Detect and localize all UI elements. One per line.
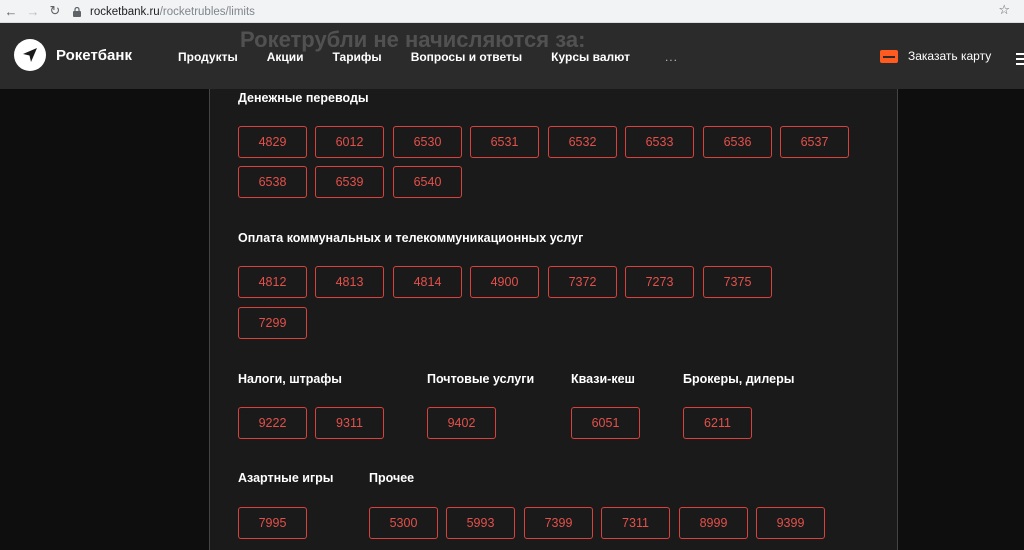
mcc-code: 4900 [470, 266, 539, 298]
rocket-arrow-icon [14, 39, 46, 71]
brand-name: Рокетбанк [56, 46, 132, 64]
url-path: /rocketrubles/limits [159, 5, 255, 18]
nav-more-button[interactable]: ... [665, 50, 678, 64]
section-title-other: Прочее [369, 471, 415, 485]
bookmark-star-icon[interactable]: ☆ [998, 2, 1010, 18]
mcc-code: 6531 [470, 126, 539, 158]
mcc-code: 6537 [780, 126, 849, 158]
section-title-gambling: Азартные игры [238, 471, 334, 485]
mcc-code: 7311 [601, 507, 670, 539]
mcc-code: 7375 [703, 266, 772, 298]
mcc-code: 9402 [427, 407, 496, 439]
page-margin-right [898, 89, 1024, 550]
mcc-code: 4813 [315, 266, 384, 298]
mcc-code: 7372 [548, 266, 617, 298]
nav-promotions[interactable]: Акции [267, 50, 304, 64]
mcc-code: 9222 [238, 407, 307, 439]
card-icon [880, 49, 898, 63]
mcc-code: 6539 [315, 166, 384, 198]
mcc-code: 6051 [571, 407, 640, 439]
mcc-code: 7273 [625, 266, 694, 298]
mcc-code: 6536 [703, 126, 772, 158]
mcc-code: 6533 [625, 126, 694, 158]
order-card-label: Заказать карту [908, 49, 992, 63]
mcc-code: 9399 [756, 507, 825, 539]
reload-icon[interactable]: ↻ [44, 0, 66, 23]
mcc-code: 4829 [238, 126, 307, 158]
url-host: rocketbank.ru [90, 5, 160, 18]
section-title-postal: Почтовые услуги [427, 372, 535, 386]
section-title-taxes: Налоги, штрафы [238, 372, 342, 386]
site-header: Рокетрубли не начисляются за: Рокетбанк … [0, 23, 1024, 89]
section-title-transfers: Денежные переводы [238, 91, 369, 105]
browser-toolbar: ← → ↻ rocketbank.ru/rocketrubles/limits … [0, 0, 1024, 23]
brand-logo[interactable]: Рокетбанк [14, 39, 132, 71]
nav-tariffs[interactable]: Тарифы [333, 50, 382, 64]
nav-products[interactable]: Продукты [178, 50, 238, 64]
mcc-code: 4814 [393, 266, 462, 298]
mcc-code: 7299 [238, 307, 307, 339]
lock-icon [72, 6, 82, 17]
mcc-code: 6012 [315, 126, 384, 158]
mcc-code: 7995 [238, 507, 307, 539]
section-title-utilities: Оплата коммунальных и телекоммуникационн… [238, 231, 584, 245]
mcc-code: 9311 [315, 407, 384, 439]
nav-exchange-rates[interactable]: Курсы валют [551, 50, 630, 64]
mcc-code: 4812 [238, 266, 307, 298]
hamburger-menu-icon[interactable] [1016, 53, 1024, 65]
page-margin-left [0, 89, 209, 550]
mcc-code: 7399 [524, 507, 593, 539]
back-arrow-icon[interactable]: ← [0, 0, 22, 23]
order-card-button[interactable]: Заказать карту [880, 49, 991, 63]
mcc-code: 8999 [679, 507, 748, 539]
mcc-code: 6211 [683, 407, 752, 439]
mcc-code: 5993 [446, 507, 515, 539]
nav-faq[interactable]: Вопросы и ответы [411, 50, 522, 64]
mcc-code: 6538 [238, 166, 307, 198]
section-title-brokers: Брокеры, дилеры [683, 372, 795, 386]
main-nav: Продукты Акции Тарифы Вопросы и ответы К… [178, 50, 678, 64]
mcc-code: 6532 [548, 126, 617, 158]
mcc-code: 6540 [393, 166, 462, 198]
section-title-quasi-cash: Квази-кеш [571, 372, 635, 386]
forward-arrow-icon[interactable]: → [22, 0, 44, 23]
address-bar[interactable]: rocketbank.ru/rocketrubles/limits [68, 2, 1008, 21]
mcc-code: 5300 [369, 507, 438, 539]
mcc-code: 6530 [393, 126, 462, 158]
